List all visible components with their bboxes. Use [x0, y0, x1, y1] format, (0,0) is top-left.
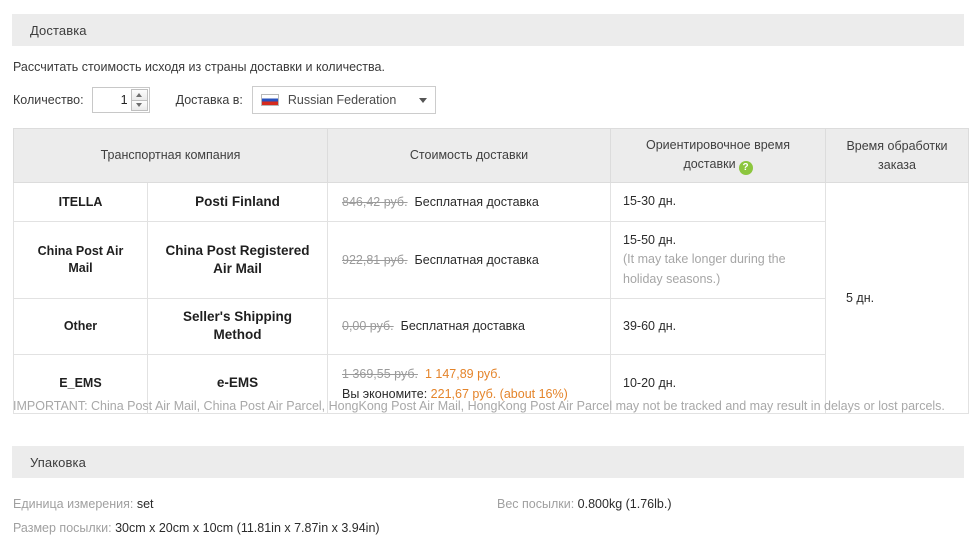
carrier-code: ITELLA [13, 182, 148, 222]
column-header-delivery-time: Ориентировочное время доставки? [610, 128, 826, 183]
shipping-cost: 0,00 руб. Бесплатная доставка [327, 298, 611, 355]
quantity-input[interactable] [92, 88, 131, 112]
delivery-time-value: 10-20 дн. [623, 375, 677, 390]
delivery-time-note: (It may take longer during the holiday s… [623, 252, 786, 286]
russian-federation-flag-icon [260, 94, 279, 106]
processing-time: 5 дн. [825, 182, 969, 414]
original-price: 0,00 руб. [342, 319, 394, 334]
packaging-section-title: Упаковка [30, 454, 86, 470]
delivery-intro-text: Рассчитать стоимость исходя из страны до… [13, 60, 385, 74]
packaging-size-row: Размер посылки: 30cm x 20cm x 10cm (11.8… [13, 518, 380, 538]
delivery-time-value: 39-60 дн. [623, 318, 677, 333]
carrier-name: Seller's Shipping Method [147, 298, 328, 355]
packaging-section-header: Упаковка [12, 446, 964, 478]
carrier-name: China Post Registered Air Mail [147, 220, 328, 300]
delivery-time: 15-30 дн. [610, 182, 826, 222]
delivery-controls: Количество: Доставка в: Russian Federati… [13, 86, 436, 114]
packaging-size-value: 30cm x 20cm x 10cm (11.81in x 7.87in x 3… [115, 521, 380, 535]
chevron-up-icon [136, 92, 143, 97]
delivery-time: 39-60 дн. [610, 298, 826, 355]
table-header-row: Транспортная компания Стоимость доставки… [13, 128, 969, 183]
column-header-processing-time: Время обработки заказа [825, 128, 969, 183]
chevron-down-icon [136, 103, 143, 108]
shipping-options-table: Транспортная компания Стоимость доставки… [13, 128, 969, 414]
packaging-unit-label: Единица измерения: [13, 497, 134, 511]
free-shipping-text: Бесплатная доставка [414, 253, 539, 268]
original-price: 922,81 руб. [342, 253, 408, 268]
table-row: Other Seller's Shipping Method 0,00 руб.… [13, 298, 969, 355]
country-select[interactable]: Russian Federation [251, 86, 436, 114]
quantity-label: Количество: [13, 93, 84, 107]
delivery-section-title: Доставка [30, 22, 87, 38]
discounted-price: 1 147,89 руб. [424, 366, 501, 381]
table-row: ITELLA Posti Finland 846,42 руб. Бесплатн… [13, 182, 969, 414]
chevron-down-icon [418, 97, 427, 103]
packaging-unit-value: set [136, 497, 154, 511]
quantity-spinner[interactable] [130, 89, 148, 111]
packaging-weight-value: 0.800kg (1.76lb.) [577, 497, 672, 511]
table-row: China Post Air Mail China Post Registere… [13, 220, 969, 300]
important-notice: IMPORTANT: China Post Air Mail, China Po… [13, 399, 945, 413]
packaging-size-label: Размер посылки: [13, 521, 112, 535]
delivery-time: 15-50 дн. (It may take longer during the… [610, 220, 826, 300]
column-header-cost: Стоимость доставки [327, 128, 611, 183]
delivery-time-value: 15-50 дн. [623, 233, 677, 247]
quantity-decrement-button[interactable] [130, 100, 148, 111]
original-price: 1 369,55 руб. [342, 366, 418, 381]
carrier-name: Posti Finland [147, 182, 328, 222]
ship-to-label: Доставка в: [175, 93, 243, 107]
delivery-section-header: Доставка [12, 14, 964, 46]
quantity-increment-button[interactable] [130, 89, 148, 101]
help-question-icon[interactable]: ? [738, 160, 753, 175]
packaging-unit-row: Единица измерения: set [13, 494, 154, 514]
delivery-time-value: 15-30 дн. [623, 194, 677, 209]
column-header-carrier: Транспортная компания [13, 128, 328, 183]
quantity-stepper[interactable] [91, 87, 150, 113]
shipping-cost: 846,42 руб. Бесплатная доставка [327, 182, 611, 222]
free-shipping-text: Бесплатная доставка [414, 195, 539, 209]
carrier-code: China Post Air Mail [13, 220, 148, 300]
shipping-cost: 922,81 руб. Бесплатная доставка [327, 220, 611, 300]
original-price: 846,42 руб. [342, 195, 408, 209]
free-shipping-text: Бесплатная доставка [400, 319, 525, 334]
column-header-delivery-time-label: Ориентировочное время доставки [645, 138, 790, 171]
carrier-code: Other [13, 298, 148, 355]
packaging-weight-label: Вес посылки: [497, 497, 575, 511]
shipping-page: Доставка Рассчитать стоимость исходя из … [0, 0, 976, 546]
country-select-value: Russian Federation [287, 93, 397, 107]
packaging-weight-row: Вес посылки: 0.800kg (1.76lb.) [497, 494, 671, 514]
